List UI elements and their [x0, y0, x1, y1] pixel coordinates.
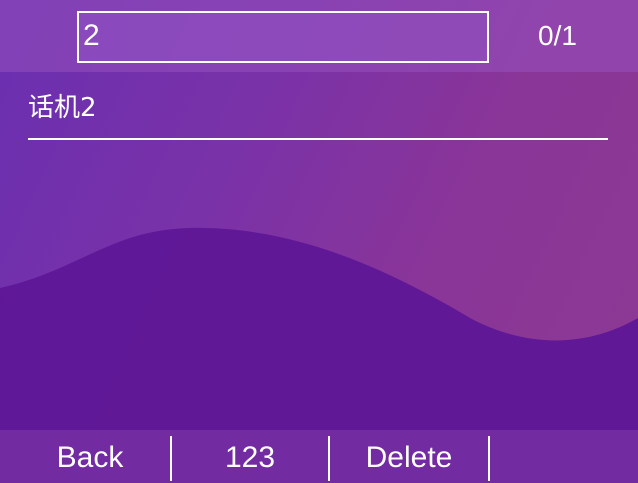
delete-softkey[interactable]: Delete [330, 430, 488, 483]
result-counter: 0/1 [538, 20, 577, 51]
contact-list-item[interactable]: 话机2 [28, 86, 608, 140]
input-mode-softkey[interactable]: 123 [172, 430, 328, 483]
phone-screen: 0/1 话机2 Back 123 Delete [0, 0, 638, 483]
search-input[interactable] [83, 19, 479, 53]
search-bar: 0/1 [0, 0, 638, 72]
softkey-bar: Back 123 Delete [0, 430, 638, 483]
back-softkey[interactable]: Back [20, 430, 160, 483]
empty-softkey[interactable] [490, 430, 638, 483]
background-wave [0, 227, 638, 483]
contact-name: 话机2 [28, 93, 97, 123]
search-field[interactable] [77, 11, 489, 63]
